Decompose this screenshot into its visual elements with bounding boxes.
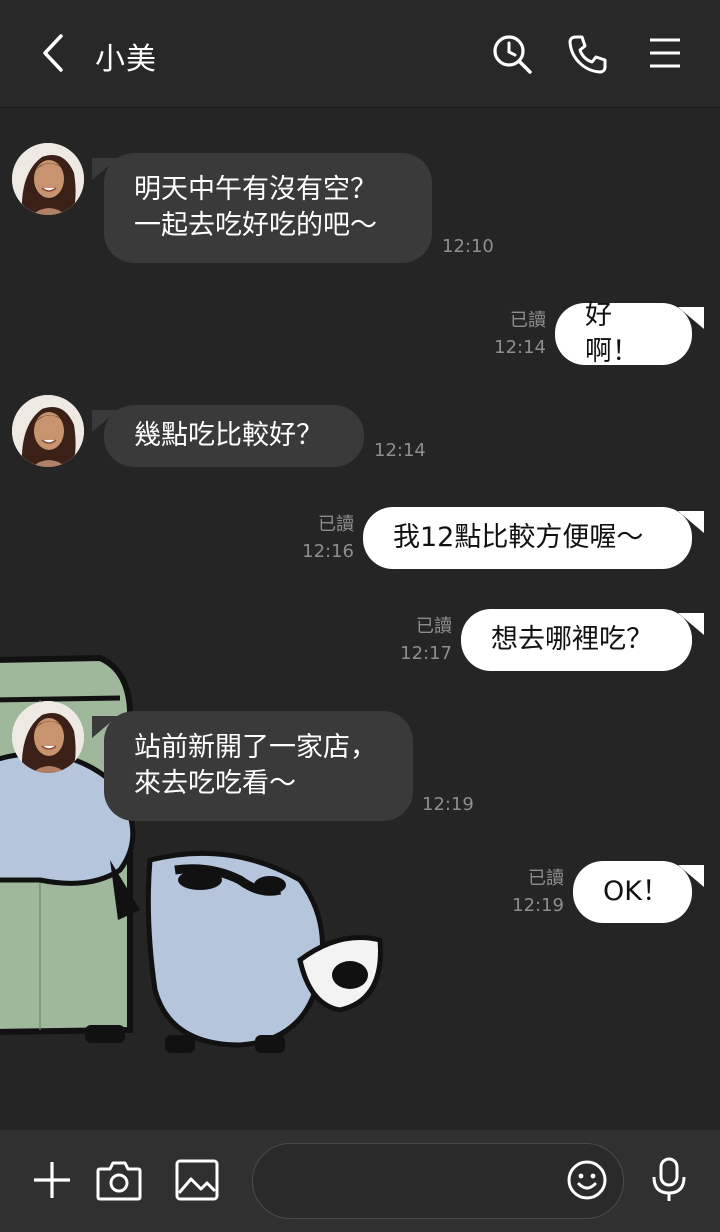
message-bubble-incoming[interactable]: 站前新開了一家店， 來去吃吃看～ [104,711,413,821]
message-time: 12:17 [400,643,452,664]
message-bubble-outgoing[interactable]: 想去哪裡吃？ [461,609,692,671]
message-bubble-incoming[interactable]: 幾點吃比較好？ [104,405,364,467]
message-input[interactable] [277,1162,561,1202]
contact-avatar[interactable] [12,143,84,215]
search-history-icon [493,35,532,74]
message-time: 12:19 [512,895,564,916]
message-text: 明天中午有沒有空？ 一起去吃好吃的吧～ [134,174,377,241]
back-button[interactable] [30,30,76,76]
bubble-tail [678,613,704,635]
back-icon [43,34,63,72]
read-receipt: 已讀 [510,310,546,331]
call-button[interactable] [563,30,611,78]
avatar-photo [12,701,84,773]
bubble-tail [678,511,704,533]
message-text: OK！ [603,876,669,907]
emoji-button[interactable] [563,1156,611,1204]
message-bubble-outgoing[interactable]: 我12點比較方便喔～ [363,507,692,569]
message-time: 12:19 [422,794,474,815]
camera-button[interactable] [94,1156,144,1204]
emoji-icon [567,1160,607,1200]
read-receipt: 已讀 [528,868,564,889]
message-time: 12:14 [494,337,546,358]
microphone-icon [652,1157,686,1201]
message-time: 12:16 [302,541,354,562]
voice-button[interactable] [645,1154,693,1206]
menu-icon [650,38,680,68]
avatar-photo [12,395,84,467]
bubble-tail [678,307,704,329]
message-time: 12:14 [374,440,426,461]
message-text: 幾點吃比較好？ [134,420,323,451]
avatar-photo [12,143,84,215]
image-icon [175,1159,219,1201]
message-bubble-outgoing[interactable]: 好啊！ [555,300,692,367]
gallery-button[interactable] [172,1156,222,1204]
bubble-tail [678,865,704,887]
search-button[interactable] [488,30,536,78]
contact-avatar[interactable] [12,701,84,773]
add-button[interactable] [28,1156,76,1204]
message-bubble-outgoing[interactable]: OK！ [573,861,692,923]
menu-button[interactable] [642,30,688,76]
message-text: 我12點比較方便喔～ [393,522,644,553]
chat-title: 小美 [95,42,157,77]
read-receipt: 已讀 [416,616,452,637]
message-text: 想去哪裡吃？ [491,624,653,655]
chat-header: 小美 [0,0,720,108]
message-text: 好啊！ [585,300,639,367]
read-receipt: 已讀 [318,514,354,535]
phone-icon [568,35,607,74]
contact-avatar[interactable] [12,395,84,467]
plus-icon [34,1162,70,1198]
message-time: 12:10 [442,236,494,257]
message-text: 站前新開了一家店， 來去吃吃看～ [134,732,377,799]
message-bubble-incoming[interactable]: 明天中午有沒有空？ 一起去吃好吃的吧～ [104,153,432,263]
camera-icon [96,1161,142,1201]
